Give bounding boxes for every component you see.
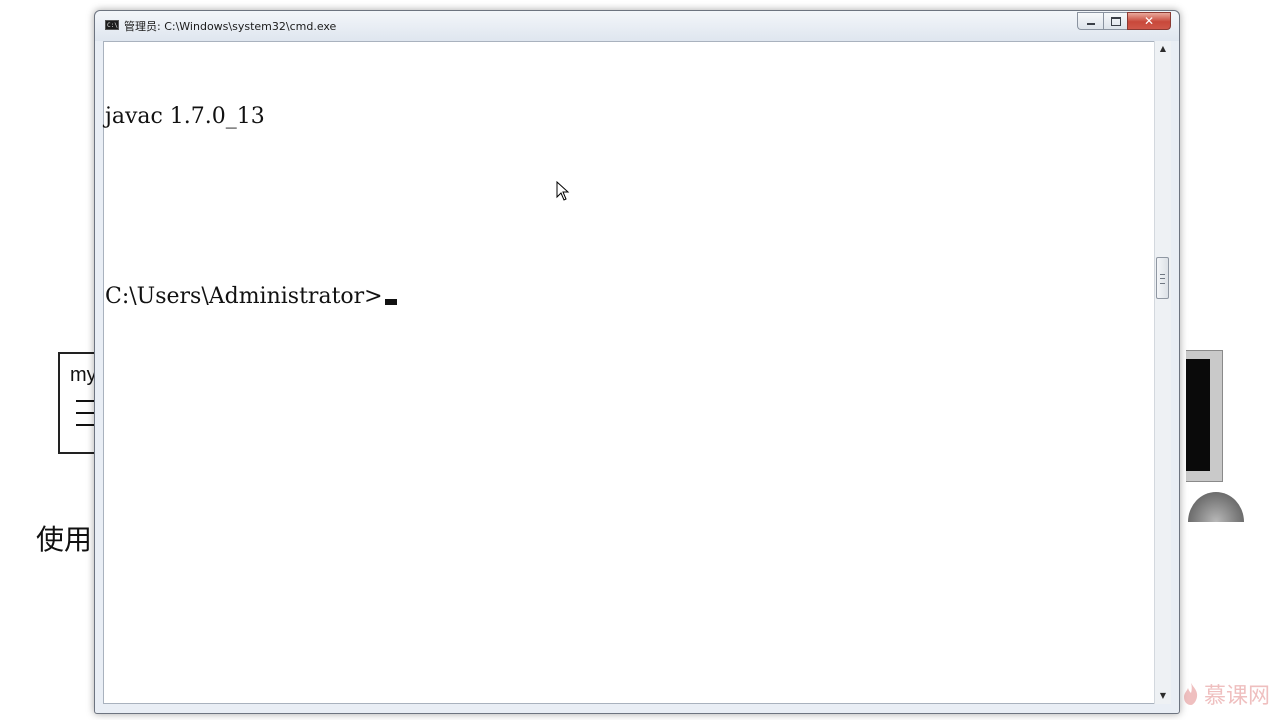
maximize-button[interactable] xyxy=(1103,12,1127,30)
background-monitor-illustration xyxy=(1186,350,1223,482)
background-monitor-base xyxy=(1188,492,1244,522)
watermark-text: 慕课网 xyxy=(1203,684,1270,709)
window-title: 管理员: C:\Windows\system32\cmd.exe xyxy=(124,20,337,33)
desktop: my 使用 C:\ 管理员: C:\Windows\system32\cmd.e… xyxy=(0,0,1280,720)
background-monitor-screen xyxy=(1186,359,1210,471)
console-text: javac 1.7.0_13 C:\Users\Administrator> xyxy=(105,42,397,372)
close-icon: ✕ xyxy=(1143,14,1155,28)
vertical-scrollbar[interactable]: ▲ ▼ xyxy=(1154,41,1171,704)
caption-buttons: ✕ xyxy=(1077,12,1171,30)
console-output-area[interactable]: javac 1.7.0_13 C:\Users\Administrator> xyxy=(103,41,1155,704)
flame-logo-icon xyxy=(1183,683,1198,705)
minimize-icon xyxy=(1086,23,1095,25)
console-prompt-line: C:\Users\Administrator> xyxy=(105,282,397,312)
maximize-icon xyxy=(1110,16,1121,26)
scrollbar-grip-icon xyxy=(1160,274,1165,284)
background-box-text: my xyxy=(70,364,97,386)
text-cursor xyxy=(384,299,397,305)
minimize-button[interactable] xyxy=(1077,12,1103,30)
close-button[interactable]: ✕ xyxy=(1127,12,1171,30)
console-prompt: C:\Users\Administrator> xyxy=(105,284,383,309)
title-bar[interactable]: C:\ 管理员: C:\Windows\system32\cmd.exe ✕ xyxy=(95,11,1179,41)
cmd-window[interactable]: C:\ 管理员: C:\Windows\system32\cmd.exe ✕ j… xyxy=(94,10,1180,714)
console-icon[interactable]: C:\ xyxy=(105,20,119,30)
scroll-down-arrow-icon[interactable]: ▼ xyxy=(1155,688,1171,704)
console-line: javac 1.7.0_13 xyxy=(105,104,265,129)
mouse-pointer-icon xyxy=(556,181,570,201)
scrollbar-thumb[interactable] xyxy=(1156,257,1169,299)
watermark: 慕课网 xyxy=(1182,678,1270,710)
background-caption: 使用 xyxy=(36,523,93,556)
scroll-up-arrow-icon[interactable]: ▲ xyxy=(1155,41,1171,57)
